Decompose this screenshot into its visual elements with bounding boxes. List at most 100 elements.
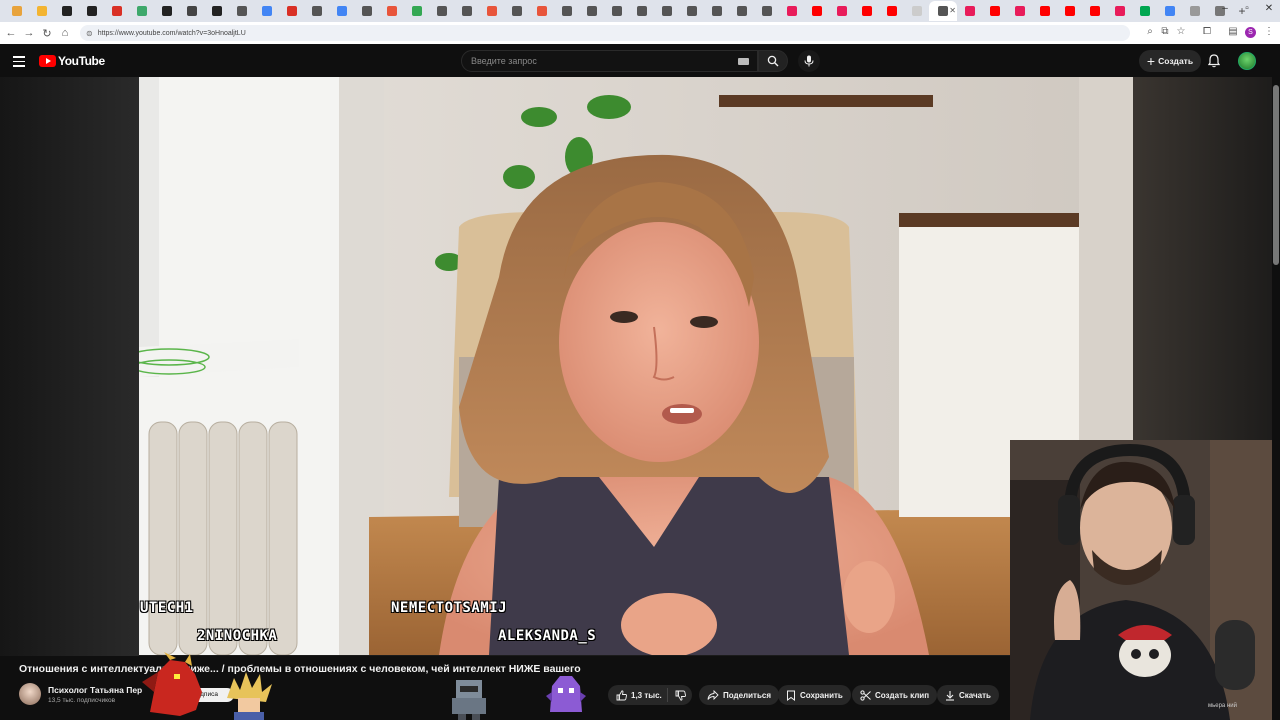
browser-tab[interactable]	[957, 1, 982, 21]
zoom-icon[interactable]: ⌕	[1143, 26, 1157, 37]
youtube-logo[interactable]: YouTube	[39, 54, 105, 68]
download-button[interactable]: Скачать	[937, 685, 999, 705]
overlay-name-4: ALEKSANDA_S	[498, 628, 597, 644]
browser-tab[interactable]	[1132, 1, 1157, 21]
browser-tab[interactable]	[529, 1, 554, 21]
site-info-icon[interactable]: ⊜	[86, 29, 93, 38]
address-bar[interactable]: ⊜ https://www.youtube.com/watch?v=3oHnoa…	[80, 25, 1130, 41]
browser-tab[interactable]	[154, 1, 179, 21]
browser-tab[interactable]	[1157, 1, 1182, 21]
browser-tab[interactable]	[429, 1, 454, 21]
install-icon[interactable]: ⧉	[1158, 26, 1172, 37]
browser-tab[interactable]	[629, 1, 654, 21]
maximize-icon[interactable]: ▫	[1240, 3, 1254, 14]
browser-tab[interactable]	[104, 1, 129, 21]
browser-tab[interactable]: ✕	[929, 1, 957, 21]
back-icon[interactable]: ←	[2, 27, 20, 39]
browser-tab[interactable]	[904, 1, 929, 21]
browser-tab[interactable]	[1107, 1, 1132, 21]
browser-tab[interactable]	[354, 1, 379, 21]
microphone-icon	[804, 55, 814, 67]
browser-tab[interactable]	[29, 1, 54, 21]
tab-favicon-icon	[861, 6, 872, 16]
browser-tab[interactable]	[729, 1, 754, 21]
like-button[interactable]: 1,3 тыс.	[608, 688, 668, 702]
browser-tab[interactable]	[379, 1, 404, 21]
browser-tab[interactable]	[279, 1, 304, 21]
tab-favicon-icon	[86, 6, 97, 16]
overlay-name-3: NEMECTOTSAMIJ	[391, 600, 508, 616]
keyboard-icon[interactable]	[738, 58, 749, 65]
clip-button[interactable]: Создать клип	[852, 685, 938, 705]
browser-tab[interactable]	[454, 1, 479, 21]
search-input[interactable]	[462, 51, 722, 71]
tab-favicon-icon	[1164, 6, 1175, 16]
browser-tab[interactable]	[604, 1, 629, 21]
browser-tab[interactable]	[1182, 1, 1207, 21]
browser-tab[interactable]	[879, 1, 904, 21]
browser-tab[interactable]	[4, 1, 29, 21]
browser-tab[interactable]	[54, 1, 79, 21]
tab-favicon-icon	[586, 6, 597, 16]
sidebar-icon[interactable]: ▤	[1226, 26, 1240, 37]
browser-tab[interactable]	[79, 1, 104, 21]
extensions-icon[interactable]: ⧠	[1200, 26, 1214, 37]
browser-tab[interactable]	[1082, 1, 1107, 21]
notifications-button[interactable]	[1207, 54, 1221, 73]
tab-favicon-icon	[561, 6, 572, 16]
browser-tab[interactable]	[254, 1, 279, 21]
page-scrollbar[interactable]	[1272, 77, 1280, 720]
tab-favicon-icon	[938, 6, 948, 16]
forward-icon[interactable]: →	[20, 27, 38, 39]
browser-tab[interactable]	[679, 1, 704, 21]
browser-tab[interactable]	[479, 1, 504, 21]
search-button[interactable]	[758, 50, 788, 72]
browser-tab[interactable]	[304, 1, 329, 21]
browser-tab[interactable]	[329, 1, 354, 21]
browser-tab[interactable]	[654, 1, 679, 21]
browser-tab[interactable]	[1032, 1, 1057, 21]
browser-tab[interactable]	[704, 1, 729, 21]
browser-tab[interactable]	[1057, 1, 1082, 21]
browser-tab[interactable]	[579, 1, 604, 21]
bell-icon	[1207, 54, 1221, 68]
ambient-left	[0, 77, 139, 720]
browser-tab[interactable]	[504, 1, 529, 21]
create-button[interactable]: + Создать	[1139, 50, 1201, 72]
video-player[interactable]	[139, 77, 1133, 655]
close-window-icon[interactable]: ✕	[1262, 3, 1276, 14]
clip-label: Создать клип	[875, 690, 930, 700]
reload-icon[interactable]: ↻	[38, 27, 56, 40]
hamburger-menu-icon[interactable]	[13, 56, 25, 70]
browser-tab[interactable]	[982, 1, 1007, 21]
minimize-icon[interactable]: –	[1218, 3, 1232, 14]
browser-tab[interactable]	[829, 1, 854, 21]
browser-tab[interactable]	[1007, 1, 1032, 21]
youtube-logo-text: YouTube	[58, 54, 105, 68]
browser-tab[interactable]	[204, 1, 229, 21]
menu-dots-icon[interactable]: ⋮	[1262, 26, 1276, 37]
browser-tab[interactable]	[404, 1, 429, 21]
browser-tab[interactable]	[554, 1, 579, 21]
browser-tab[interactable]	[854, 1, 879, 21]
browser-tab-strip: ✕ +	[0, 0, 1280, 22]
browser-profile-avatar[interactable]: S	[1245, 27, 1256, 38]
dislike-button[interactable]	[668, 690, 692, 701]
channel-name[interactable]: Психолог Татьяна Пер	[48, 685, 142, 695]
tab-favicon-icon	[786, 6, 797, 16]
browser-tab[interactable]	[129, 1, 154, 21]
browser-tab[interactable]	[229, 1, 254, 21]
account-avatar[interactable]	[1238, 52, 1256, 70]
home-icon[interactable]: ⌂	[56, 27, 74, 39]
save-button[interactable]: Сохранить	[778, 685, 851, 705]
channel-avatar[interactable]	[19, 683, 41, 705]
scrollbar-thumb[interactable]	[1273, 85, 1279, 265]
browser-tab[interactable]	[804, 1, 829, 21]
close-tab-icon[interactable]: ✕	[949, 7, 956, 15]
bookmark-star-icon[interactable]: ☆	[1174, 26, 1188, 37]
browser-tab[interactable]	[779, 1, 804, 21]
browser-tab[interactable]	[179, 1, 204, 21]
voice-search-button[interactable]	[798, 50, 820, 72]
share-button[interactable]: Поделиться	[699, 685, 780, 705]
browser-tab[interactable]	[754, 1, 779, 21]
